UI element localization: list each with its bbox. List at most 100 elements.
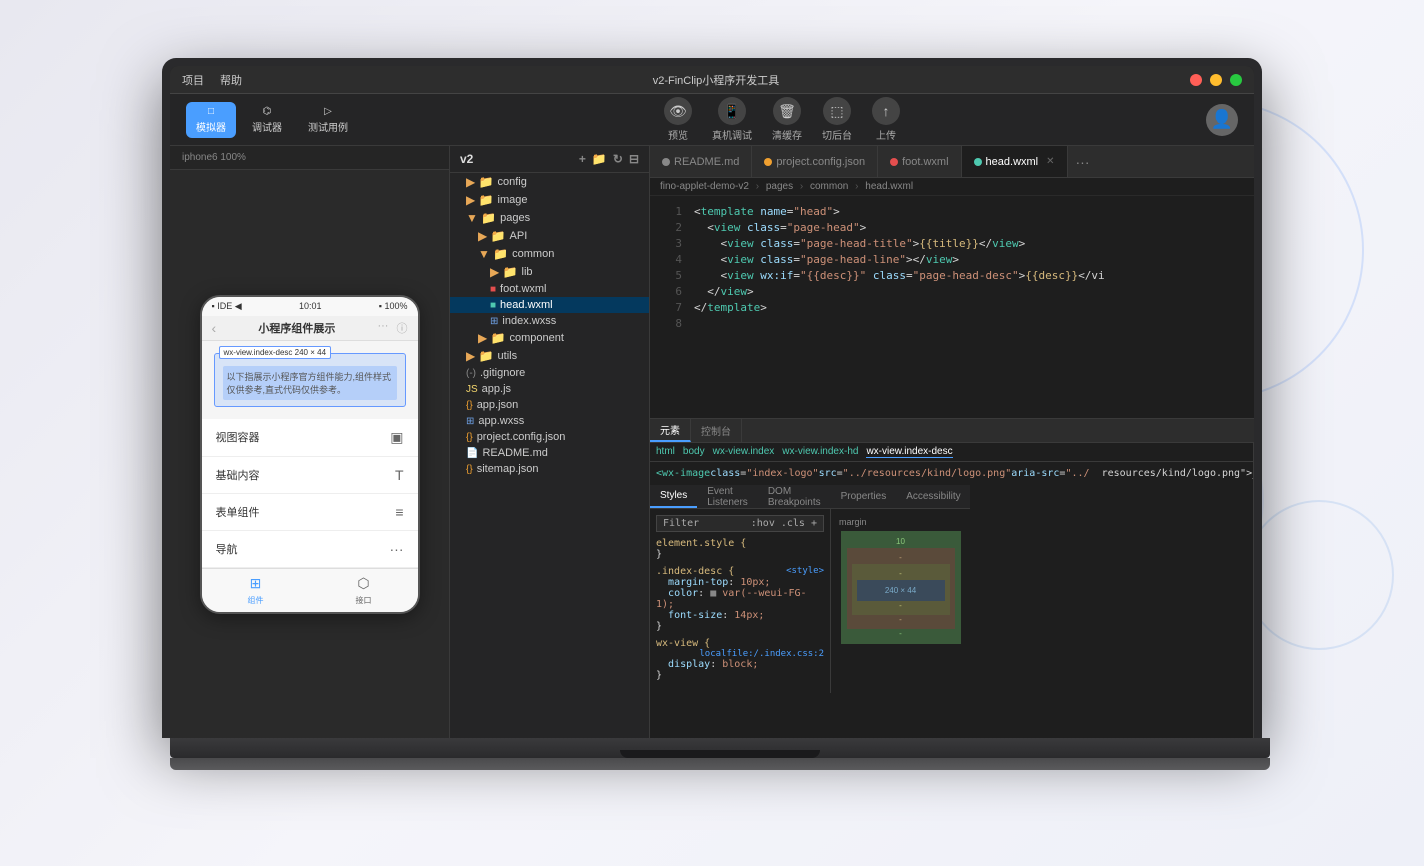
box-model-title: margin [839,517,867,527]
tree-folder-api[interactable]: ▶ 📁 API [450,227,649,245]
devtools-tag-wx-index-desc[interactable]: wx-view.index-desc [866,446,952,458]
code-line-5: 5 <view wx:if="{{desc}}" class="page-hea… [650,268,1254,284]
line-num-1: 1 [658,204,682,220]
window-close-btn[interactable] [1190,74,1202,86]
bp-tab-elements[interactable]: 元素 [650,419,691,442]
code-line-2: 2 <view class="page-head"> [650,220,1254,236]
st-tab-eventlisteners[interactable]: Event Listeners [697,485,758,508]
phone-nav-title: 小程序组件展示 [258,320,335,336]
st-tab-accessibility[interactable]: Accessibility [896,485,970,508]
tab-readme[interactable]: README.md [650,146,752,177]
wxss-icon: ⊞ [466,416,474,427]
tree-folder-component[interactable]: ▶ 📁 component [450,329,649,347]
file-new-icon[interactable]: + [579,152,586,166]
phone-list-icon-2: ≡ [395,504,403,520]
style-prop-margin-top: margin-top: 10px; [656,577,824,588]
phone-bottom-tab-1[interactable]: ⬡ 接口 [355,575,373,606]
line-num-7: 7 [658,300,682,316]
toolbar-debugger-btn[interactable]: ⌬ 调试器 [242,102,292,138]
folder-icon: ▶ 📁 [466,193,494,207]
tab-more-btn[interactable]: ··· [1068,154,1098,170]
file-newfolder-icon[interactable]: 📁 [592,152,607,166]
preview-icon: 👁 [664,97,692,125]
toolbar-clearcache-btn[interactable]: 🗑 清缓存 [772,97,802,142]
menu-item-project[interactable]: 项目 [182,72,204,88]
breadcrumb-part-0: fino-applet-demo-v2 [660,181,749,192]
phone-status-bar: ▪ IDE ◀ 10:01 ▪ 100% [202,297,418,316]
tree-folder-pages[interactable]: ▼ 📁 pages [450,209,649,227]
tree-label-image: image [498,194,528,206]
phone-bottom-tab-0[interactable]: ⊞ 组件 [247,575,265,606]
box-margin-bottom: - [847,629,955,638]
bp-tab-console[interactable]: 控制台 [691,419,742,442]
user-avatar[interactable]: 👤 [1206,104,1238,136]
st-tab-properties[interactable]: Properties [831,485,897,508]
tree-file-index-wxss[interactable]: ⊞ index.wxss [450,313,649,329]
window-minimize-btn[interactable] [1210,74,1222,86]
decorative-circle-3 [1244,500,1394,650]
tree-label-appjs: app.js [482,383,511,395]
phone-panel: iphone6 100% ▪ IDE ◀ 10:01 ▪ 100% [170,146,450,738]
st-tab-dombreakpoints[interactable]: DOM Breakpoints [758,485,831,508]
wxss-icon: ⊞ [490,316,498,327]
tree-folder-config[interactable]: ▶ 📁 config [450,173,649,191]
window-maximize-btn[interactable] [1230,74,1242,86]
toolbar-upload-btn[interactable]: ↑ 上传 [872,97,900,142]
tree-label-common: common [512,248,554,260]
phone-container: ▪ IDE ◀ 10:01 ▪ 100% ‹ 小程序组件展示 ··· [170,170,449,738]
tree-file-appjs[interactable]: JS app.js [450,381,649,397]
style-selector-element: element.style { [656,538,824,549]
code-line-7: 7 </template> [650,300,1254,316]
devtools-tag-body[interactable]: body [683,446,705,458]
tree-file-appwxss[interactable]: ⊞ app.wxss [450,413,649,429]
file-tree-root-label: v2 [460,152,473,166]
box-model-outer: 10 - - 240 × 44 [841,531,961,644]
tab-close-head[interactable]: ✕ [1046,156,1054,167]
phone-list-item-0[interactable]: 视图容器 ▣ [202,419,418,457]
laptop-bottom [170,758,1270,770]
tree-file-appjson[interactable]: {} app.json [450,397,649,413]
toolbar-switchbackend-btn[interactable]: ⬚ 切后台 [822,97,852,142]
code-editor[interactable]: 1 <template name="head"> 2 <view class="… [650,196,1254,418]
phone-list-item-3[interactable]: 导航 ··· [202,531,418,568]
tree-file-sitemapjson[interactable]: {} sitemap.json [450,461,649,477]
tab-dot-foot [890,158,898,166]
tree-folder-lib[interactable]: ▶ 📁 lib [450,263,649,281]
devtools-tag-wx-index-hd[interactable]: wx-view.index-hd [782,446,858,458]
toolbar-realdevice-btn[interactable]: 📱 真机调试 [712,97,752,142]
folder-icon: ▶ 📁 [490,265,518,279]
tab-head[interactable]: head.wxml ✕ [962,146,1068,177]
devtools-tag-html[interactable]: html [656,446,675,458]
menu-item-help[interactable]: 帮助 [220,72,242,88]
code-content-7: </template> [694,300,767,316]
tree-folder-image[interactable]: ▶ 📁 image [450,191,649,209]
tree-file-head-wxml[interactable]: ■ head.wxml [450,297,649,313]
tree-file-projectjson[interactable]: {} project.config.json [450,429,649,445]
devtools-tag-wx-index[interactable]: wx-view.index [713,446,775,458]
code-content-2: <view class="page-head"> [694,220,866,236]
tree-file-readme[interactable]: 📄 README.md [450,445,649,461]
tree-folder-common[interactable]: ▼ 📁 common [450,245,649,263]
realdevice-label: 真机调试 [712,127,752,142]
tree-folder-utils[interactable]: ▶ 📁 utils [450,347,649,365]
tree-file-gitignore[interactable]: (-) .gitignore [450,365,649,381]
phone-list-item-1[interactable]: 基础内容 T [202,457,418,494]
box-border-top: - [852,553,950,562]
switchbackend-label: 切后台 [822,127,852,142]
phone-list-item-2[interactable]: 表单组件 ≡ [202,494,418,531]
laptop-screen-inner: 项目 帮助 v2-FinClip小程序开发工具 □ [170,66,1254,738]
file-collapse-icon[interactable]: ⊟ [629,152,639,166]
phone-nav-info-icon[interactable]: ⓘ [396,320,407,336]
tree-label-config: config [498,176,527,188]
tab-foot[interactable]: foot.wxml [878,146,961,177]
st-tab-styles[interactable]: Styles [650,485,697,508]
toolbar-simulator-btn[interactable]: □ 模拟器 [186,102,236,138]
file-refresh-icon[interactable]: ↻ [613,152,623,166]
phone-nav-more-icon[interactable]: ··· [377,320,388,336]
file-icon: 📄 [466,448,478,459]
tree-file-foot-wxml[interactable]: ■ foot.wxml [450,281,649,297]
phone-nav-back-icon[interactable]: ‹ [212,320,217,336]
toolbar-test-btn[interactable]: ▷ 测试用例 [298,102,358,138]
toolbar-preview-btn[interactable]: 👁 预览 [664,97,692,142]
tab-project[interactable]: project.config.json [752,146,878,177]
